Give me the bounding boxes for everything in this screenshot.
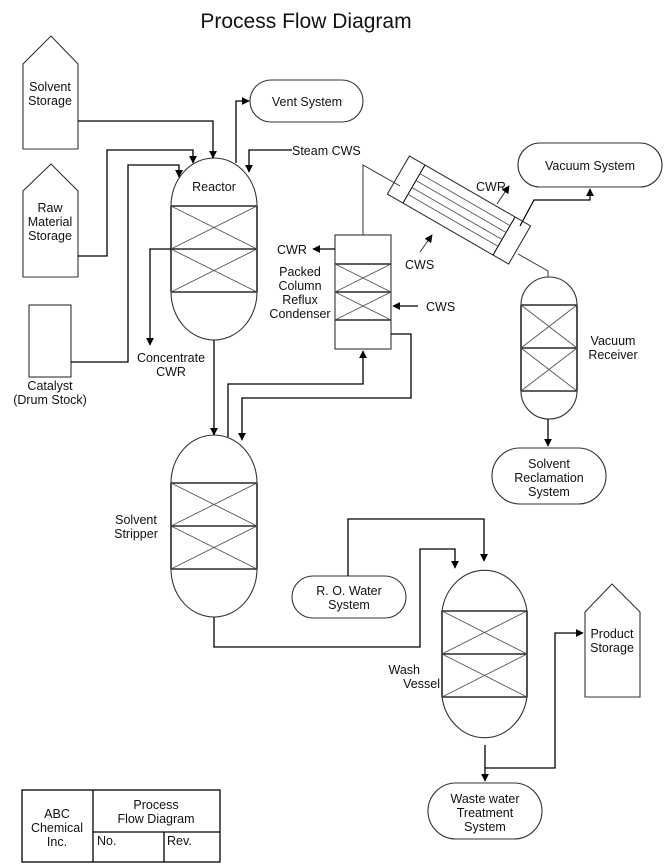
solvent-storage-label-1: Solvent (29, 80, 71, 94)
product-storage-label-1: Product (590, 627, 634, 641)
product-storage-tank[interactable]: Product Storage (584, 583, 641, 698)
reclamation-label-1: Solvent (528, 457, 570, 471)
raw-material-storage-tank[interactable]: Raw Material Storage (22, 163, 79, 278)
wash-vessel-label-1: Wash (389, 663, 421, 677)
drawing-title-2: Flow Diagram (117, 812, 194, 826)
waste-water-treatment-system[interactable]: Waste water Treatment System (427, 782, 543, 840)
column-label-2: Column (278, 279, 321, 293)
process-flow-diagram: Process Flow Diagram Solvent Storage Raw… (13, 10, 663, 863)
stripper-label-2: Stripper (114, 527, 158, 541)
concentrate-label-2: CWR (156, 365, 186, 379)
raw-material-label-1: Raw (37, 201, 63, 215)
solvent-storage-tank[interactable]: Solvent Storage (22, 35, 79, 150)
line-stripper-to-column[interactable] (227, 350, 367, 437)
vacuum-receiver-label-2: Receiver (588, 348, 637, 362)
solvent-reclamation-system[interactable]: Solvent Reclamation System (491, 447, 607, 505)
reactor-vessel[interactable]: Reactor (170, 157, 258, 341)
shell-tube-heat-exchanger[interactable] (386, 155, 532, 265)
line-exchanger-to-vacuum-system[interactable] (519, 188, 594, 227)
vacuum-receiver[interactable]: Vacuum Receiver (520, 276, 638, 420)
diagram-title: Process Flow Diagram (200, 10, 411, 33)
exchanger-cws-arrow (419, 234, 433, 253)
line-column-to-exchanger[interactable] (362, 164, 401, 235)
raw-material-label-2: Material (28, 215, 72, 229)
waste-water-label-1: Waste water (450, 792, 519, 806)
line-catalyst-to-reactor[interactable] (71, 164, 183, 363)
exchanger-cws-label: CWS (405, 258, 434, 272)
solvent-stripper[interactable]: Solvent Stripper (114, 434, 258, 618)
catalyst-label-1: Catalyst (27, 379, 73, 393)
vacuum-receiver-label-1: Vacuum (591, 334, 636, 348)
drawing-number-label: No. (97, 834, 116, 848)
column-label-1: Packed (279, 265, 321, 279)
waste-water-label-2: Treatment (457, 806, 514, 820)
line-concentrate-cwr[interactable] (146, 248, 171, 346)
product-storage-label-2: Storage (590, 641, 634, 655)
reclamation-label-2: Reclamation (514, 471, 584, 485)
column-label-3: Reflux (282, 293, 318, 307)
column-cws-label: CWS (426, 300, 455, 314)
vent-system-label: Vent System (272, 95, 342, 109)
ro-water-system[interactable]: R. O. Water System (291, 575, 407, 619)
line-exchanger-to-vacuum-receiver[interactable] (517, 253, 549, 277)
vacuum-system[interactable]: Vacuum System (517, 142, 663, 188)
company-name-1: ABC (44, 807, 70, 821)
company-name-2: Chemical (31, 821, 83, 835)
concentrate-label-1: Concentrate (137, 351, 205, 365)
line-reactor-to-vent[interactable] (235, 97, 250, 163)
catalyst-label-2: (Drum Stock) (13, 393, 87, 407)
vacuum-system-label: Vacuum System (545, 159, 635, 173)
ro-water-label-2: System (328, 598, 370, 612)
drawing-title-1: Process (133, 798, 178, 812)
waste-water-label-3: System (464, 820, 506, 834)
vent-system[interactable]: Vent System (249, 79, 364, 123)
solvent-storage-label-2: Storage (28, 94, 72, 108)
catalyst-drum[interactable]: Catalyst (Drum Stock) (13, 304, 87, 407)
line-column-return-to-stripper[interactable] (238, 333, 412, 441)
revision-label: Rev. (167, 834, 192, 848)
exchanger-cwr-label: CWR (476, 180, 506, 194)
wash-vessel[interactable]: Wash Vessel (389, 569, 528, 739)
ro-water-label-1: R. O. Water (316, 584, 382, 598)
stripper-label-1: Solvent (115, 513, 157, 527)
column-cwr-label: CWR (277, 243, 307, 257)
steam-cws-label: Steam CWS (292, 144, 361, 158)
title-block: ABC Chemical Inc. Process Flow Diagram N… (21, 789, 221, 863)
line-steam-cws-to-reactor[interactable] (245, 149, 292, 173)
company-name-3: Inc. (47, 835, 67, 849)
raw-material-label-3: Storage (28, 229, 72, 243)
line-ro-water-to-wash-vessel[interactable] (347, 518, 488, 576)
reactor-label: Reactor (192, 180, 236, 194)
reclamation-label-3: System (528, 485, 570, 499)
column-label-4: Condenser (269, 307, 330, 321)
wash-vessel-label-2: Vessel (403, 677, 440, 691)
